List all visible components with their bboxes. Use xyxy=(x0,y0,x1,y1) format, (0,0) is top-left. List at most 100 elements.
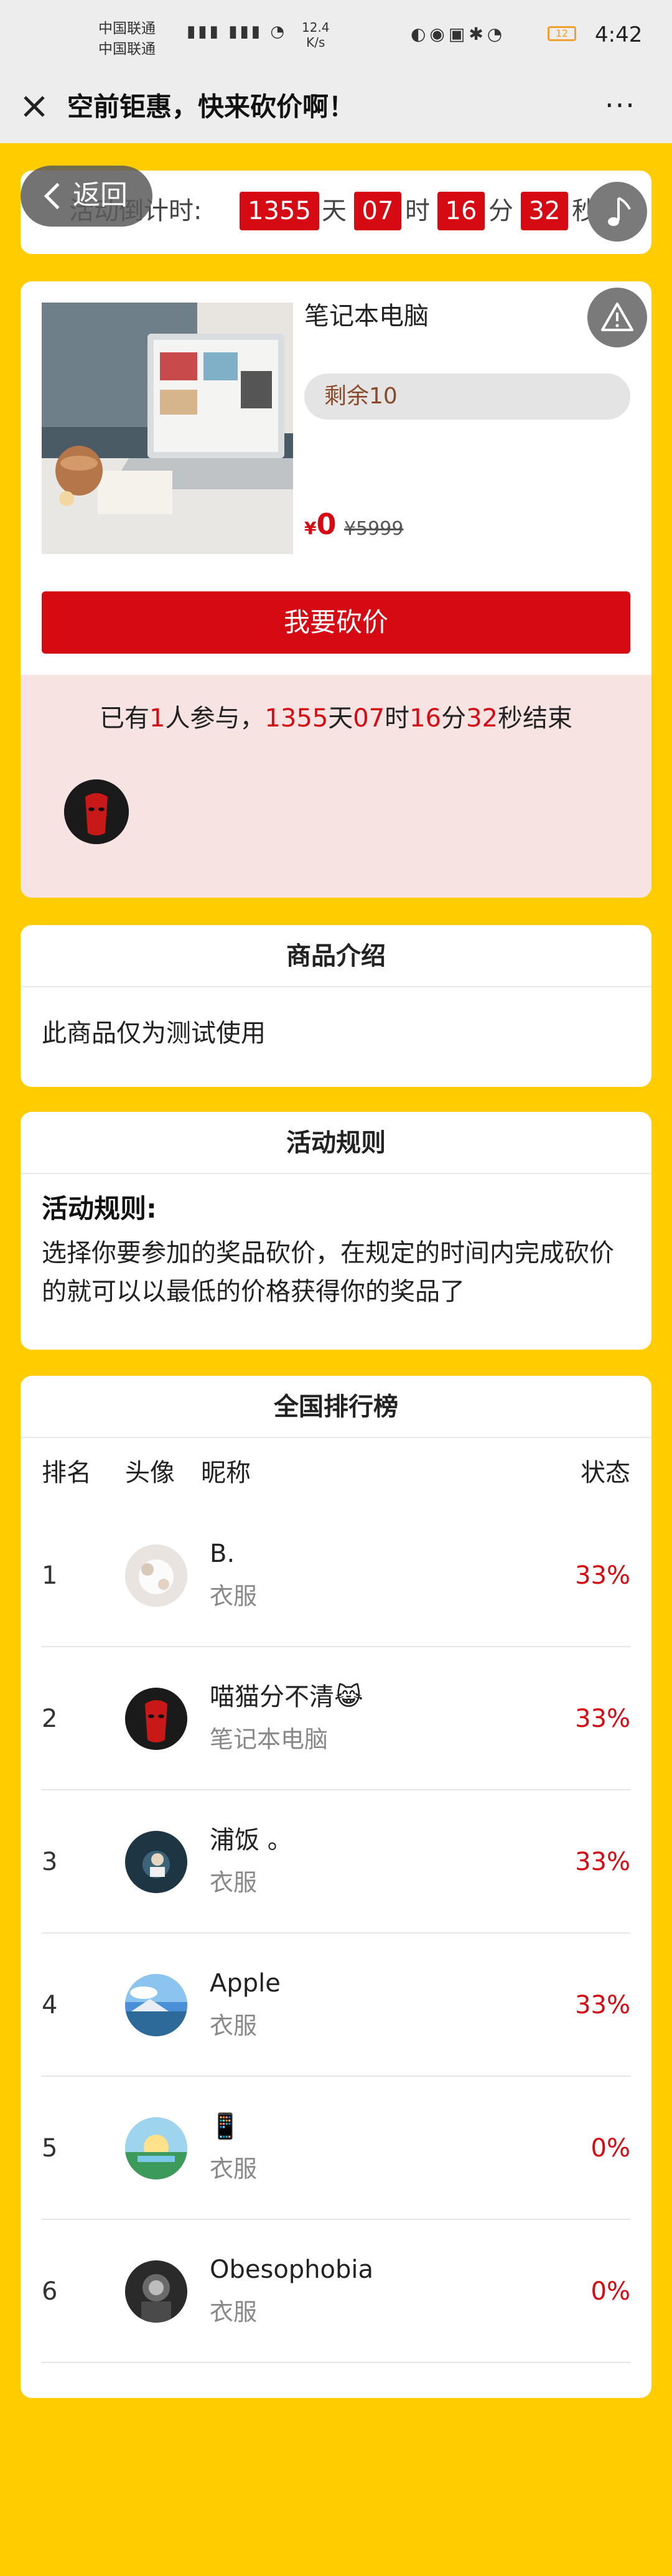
avatar xyxy=(125,1688,187,1750)
rank-product: 衣服 xyxy=(210,2012,258,2039)
rank-nickname: Apple xyxy=(210,1969,281,1998)
part-h: 时 xyxy=(385,704,410,733)
countdown-minutes: 16 xyxy=(437,192,485,230)
part-m: 分 xyxy=(441,704,467,733)
music-toggle-button[interactable] xyxy=(587,182,647,242)
battery-icon: 12 xyxy=(548,26,576,41)
table-row: 1 B. 衣服 33% xyxy=(42,1504,630,1647)
carrier-1: 中国联通 xyxy=(98,21,156,37)
network-speed: 12.4 K/s xyxy=(302,20,330,50)
rules-heading: 活动规则: xyxy=(42,1193,157,1224)
table-row: 5 📱 衣服 0% xyxy=(42,2077,630,2220)
back-label: 返回 xyxy=(73,179,128,211)
ranking-card: 全国排行榜 排名 头像 昵称 状态 1 B. 衣服 33% 2 喵猫分不清😹 笔… xyxy=(21,1376,651,2398)
price-value: 0 xyxy=(316,507,337,541)
countdown-seconds: 32 xyxy=(521,192,568,230)
rank-status: 33% xyxy=(575,1561,630,1590)
part-d: 天 xyxy=(328,704,353,733)
rank-status: 0% xyxy=(590,2134,630,2163)
rank-product: 衣服 xyxy=(210,2298,258,2326)
countdown-minute-unit: 分 xyxy=(488,197,513,225)
product-intro-card: 商品介绍 此商品仅为测试使用 xyxy=(21,925,651,1087)
part-minutes: 16 xyxy=(409,704,442,733)
cut-price-button[interactable]: 我要砍价 xyxy=(42,591,630,654)
chevron-left-icon xyxy=(44,182,71,210)
product-name: 笔记本电脑 xyxy=(304,302,429,331)
warning-icon xyxy=(601,303,633,331)
ranking-title: 全国排行榜 xyxy=(21,1376,651,1438)
speed-value: 12.4 xyxy=(302,20,330,35)
countdown-day-unit: 天 xyxy=(322,197,347,225)
rank-nickname: 浦饭 。 xyxy=(210,1826,292,1854)
participants-line: 已有1人参与，1355天07时16分32秒结束 xyxy=(21,700,651,737)
original-price: ¥5999 xyxy=(344,518,404,540)
part-prefix: 已有 xyxy=(100,704,150,733)
intro-body: 此商品仅为测试使用 xyxy=(42,1019,266,1048)
carrier-names: 中国联通 中国联通 xyxy=(98,19,156,60)
avatar xyxy=(125,2260,187,2323)
avatar[interactable] xyxy=(64,779,129,844)
table-row: 6 Obesophobia 衣服 0% xyxy=(42,2220,630,2363)
rank-nickname: 📱 xyxy=(210,2112,241,2141)
rank-number: 6 xyxy=(42,2277,58,2306)
product-image[interactable] xyxy=(42,303,293,554)
header-nickname: 昵称 xyxy=(201,1459,251,1487)
rank-number: 5 xyxy=(42,2134,58,2163)
part-days: 1355 xyxy=(264,704,329,733)
table-row: 4 Apple 衣服 33% xyxy=(42,1934,630,2077)
current-price: ¥0 xyxy=(304,505,337,547)
rank-product: 衣服 xyxy=(210,2155,258,2183)
rank-status: 33% xyxy=(575,1704,630,1733)
rank-nickname: 喵猫分不清😹 xyxy=(210,1683,363,1711)
rank-number: 2 xyxy=(42,1704,58,1733)
countdown-days: 1355 xyxy=(240,192,319,230)
part-seconds: 32 xyxy=(466,704,498,733)
avatar xyxy=(125,1974,187,2036)
remaining-badge: 剩余10 xyxy=(304,374,630,420)
rules-body: 选择你要参加的奖品砍价，在规定的时间内完成砍价的就可以以最低的价格获得你的奖品了 xyxy=(42,1239,614,1306)
participant-count: 1 xyxy=(149,704,166,733)
rank-nickname: Obesophobia xyxy=(210,2255,374,2284)
countdown-hours: 07 xyxy=(354,192,401,230)
intro-title: 商品介绍 xyxy=(21,925,651,987)
close-icon[interactable] xyxy=(19,91,50,122)
avatar xyxy=(125,2117,187,2179)
report-button[interactable] xyxy=(587,288,647,347)
header-status: 状态 xyxy=(581,1459,630,1487)
countdown-hour-unit: 时 xyxy=(405,197,430,225)
rank-status: 33% xyxy=(575,1848,630,1876)
table-row: 2 喵猫分不清😹 笔记本电脑 33% xyxy=(42,1647,630,1790)
header-avatar: 头像 xyxy=(125,1459,175,1487)
avatar xyxy=(125,1831,187,1893)
table-row: 3 浦饭 。 衣服 33% xyxy=(42,1790,630,1934)
status-icons: ◐◉▣✱◔ xyxy=(411,24,506,44)
price-symbol: ¥ xyxy=(304,518,317,538)
music-note-icon xyxy=(608,197,631,226)
carrier-2: 中国联通 xyxy=(98,41,156,57)
avatar xyxy=(125,1544,187,1607)
rules-title: 活动规则 xyxy=(21,1112,651,1174)
back-button[interactable]: 返回 xyxy=(21,166,152,227)
part-mid: 人参与， xyxy=(165,704,265,733)
clock: 4:42 xyxy=(595,22,643,47)
speed-unit: K/s xyxy=(306,35,325,50)
rank-status: 0% xyxy=(590,2277,630,2306)
page-title: 空前钜惠，快来砍价啊！ xyxy=(67,92,355,122)
rank-product: 笔记本电脑 xyxy=(210,1726,329,1753)
product-card: 笔记本电脑 剩余10 ¥0 ¥5999 我要砍价 已有1人参与，1355天07时… xyxy=(21,281,651,898)
signal-icon: ▮▮▮ ▮▮▮ ◔ xyxy=(187,22,287,41)
rules-card: 活动规则 活动规则: 选择你要参加的奖品砍价，在规定的时间内完成砍价的就可以以最… xyxy=(21,1112,651,1350)
rank-nickname: B. xyxy=(210,1539,235,1568)
rank-product: 衣服 xyxy=(210,1869,258,1896)
rank-number: 4 xyxy=(42,1991,58,2019)
part-suffix: 秒结束 xyxy=(497,704,572,733)
participants-section: 已有1人参与，1355天07时16分32秒结束 xyxy=(21,675,651,898)
status-bar: 中国联通 中国联通 ▮▮▮ ▮▮▮ ◔ 12.4 K/s ◐◉▣✱◔ 12 4:… xyxy=(0,0,672,72)
rank-status: 33% xyxy=(575,1991,630,2019)
nav-bar: 空前钜惠，快来砍价啊！ ··· xyxy=(0,72,672,143)
more-icon[interactable]: ··· xyxy=(605,88,636,122)
header-rank: 排名 xyxy=(42,1459,91,1487)
rank-number: 1 xyxy=(42,1561,58,1590)
rank-number: 3 xyxy=(42,1848,58,1876)
part-hours: 07 xyxy=(353,704,385,733)
